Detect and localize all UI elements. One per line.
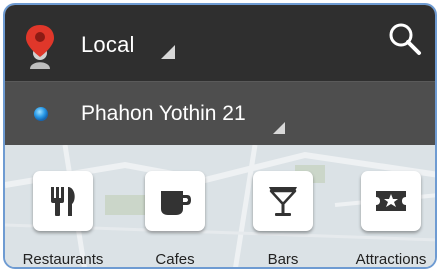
current-location-label: Phahon Yothin 21	[81, 102, 246, 125]
app-window: Local Phahon Yothin 21 Restaurants Cafes…	[3, 3, 437, 269]
app-title[interactable]: Local	[81, 32, 135, 58]
cafes-tile[interactable]	[145, 171, 205, 231]
location-dot-icon	[34, 107, 48, 121]
attractions-tile[interactable]	[361, 171, 421, 231]
dropdown-caret-icon[interactable]	[161, 45, 175, 59]
dropdown-caret-icon	[273, 122, 285, 134]
category-label: Restaurants	[22, 251, 104, 268]
bars-tile[interactable]	[253, 171, 313, 231]
cocktail-glass-icon	[269, 187, 297, 216]
category-label: Bars	[267, 251, 299, 268]
ticket-star-icon	[376, 191, 406, 211]
action-bar: Local	[5, 5, 435, 81]
search-icon[interactable]	[385, 19, 425, 59]
fork-knife-icon	[51, 187, 75, 216]
category-label: Cafes	[155, 251, 195, 268]
restaurants-tile[interactable]	[33, 171, 93, 231]
location-bar[interactable]: Phahon Yothin 21	[5, 81, 435, 145]
coffee-cup-icon	[161, 191, 191, 215]
category-label: Attractions	[355, 251, 427, 268]
map-pin-person-icon[interactable]	[23, 23, 57, 69]
